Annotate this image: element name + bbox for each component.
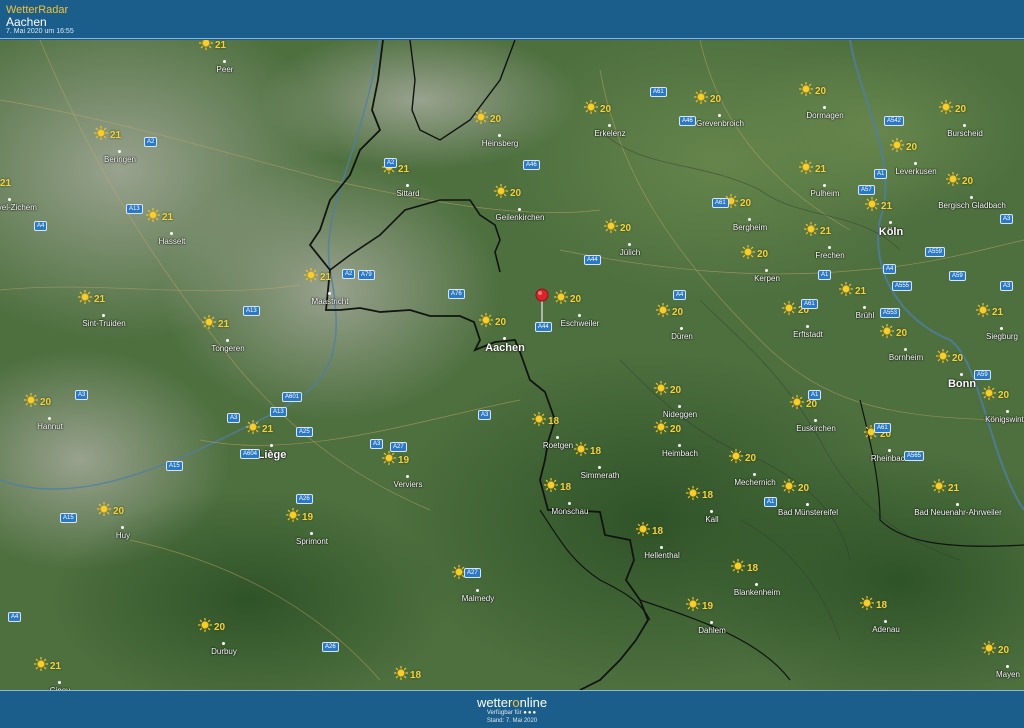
- road-shield: A44: [535, 322, 552, 332]
- road-shield: A3: [75, 390, 89, 400]
- road-shield: A1: [818, 270, 832, 280]
- road-shield: A61: [874, 423, 891, 433]
- road-shield: A3: [227, 413, 241, 423]
- app-header: WetterRadar Aachen 7. Mai 2020 um 16:55: [0, 0, 1024, 39]
- road-shield: A2: [144, 137, 158, 147]
- app-footer: wetteronline Verfügbar für ●●● Stand: 7.…: [0, 690, 1024, 728]
- logo-text-2: o: [512, 695, 520, 710]
- location-title: Aachen: [6, 15, 47, 29]
- road-shield: A1: [764, 497, 778, 507]
- road-shield: A555: [892, 281, 913, 291]
- availability-note: Verfügbar für ●●●: [0, 710, 1024, 716]
- road-shield: A13: [126, 204, 143, 214]
- road-shield: A13: [270, 407, 287, 417]
- road-shield: A1: [808, 390, 822, 400]
- road-shield: A27: [390, 442, 407, 452]
- road-shield: A565: [904, 451, 925, 461]
- road-layer: A61 A46 A542 A2 A46 A1 A57 A2 A13 A61 A3 A4 A44 A76 A7…: [0, 40, 1024, 690]
- road-shield: A601: [282, 392, 303, 402]
- road-shield: A3: [370, 439, 384, 449]
- road-shield: A26: [296, 494, 313, 504]
- road-shield: A3: [1000, 214, 1014, 224]
- road-shield: A76: [448, 289, 465, 299]
- road-shield: A4: [883, 264, 897, 274]
- road-shield: A61: [650, 87, 667, 97]
- weather-map[interactable]: 21 Peer 20 Heinsberg 20 Erkelenz 20 Grevenbroic…: [0, 40, 1024, 690]
- road-shield: A25: [296, 427, 313, 437]
- road-shield: A57: [858, 185, 875, 195]
- road-shield: A27: [464, 568, 481, 578]
- road-shield: A61: [801, 299, 818, 309]
- road-shield: A46: [679, 116, 696, 126]
- road-shield: A46: [523, 160, 540, 170]
- road-shield: A4: [673, 290, 687, 300]
- logo-text-1: wetter: [476, 695, 513, 710]
- road-shield: A604: [240, 449, 261, 459]
- road-shield: A15: [166, 461, 183, 471]
- platform-dots-icon: ●●●: [523, 710, 538, 716]
- road-shield: A3: [1000, 281, 1014, 291]
- road-shield: A3: [478, 410, 492, 420]
- road-shield: A15: [60, 513, 77, 523]
- road-shield: A553: [880, 308, 901, 318]
- availability-label: Verfügbar für: [486, 710, 522, 716]
- road-shield: A542: [884, 116, 905, 126]
- road-shield: A2: [384, 158, 398, 168]
- road-shield: A26: [322, 642, 339, 652]
- road-shield: A559: [925, 247, 946, 257]
- road-shield: A4: [8, 612, 22, 622]
- road-shield: A13: [243, 306, 260, 316]
- road-shield: A79: [358, 270, 375, 280]
- logo-text-3: nline: [519, 695, 548, 710]
- footer-stand: Stand: 7. Mai 2020: [486, 718, 538, 724]
- road-shield: A1: [874, 169, 888, 179]
- wetteronline-logo[interactable]: wetteronline: [0, 695, 1024, 710]
- road-shield: A44: [584, 255, 601, 265]
- road-shield: A2: [342, 269, 356, 279]
- map-timestamp: 7. Mai 2020 um 16:55: [6, 28, 74, 35]
- road-shield: A4: [34, 221, 48, 231]
- road-shield: A59: [974, 370, 991, 380]
- road-shield: A61: [712, 198, 729, 208]
- road-shield: A59: [949, 271, 966, 281]
